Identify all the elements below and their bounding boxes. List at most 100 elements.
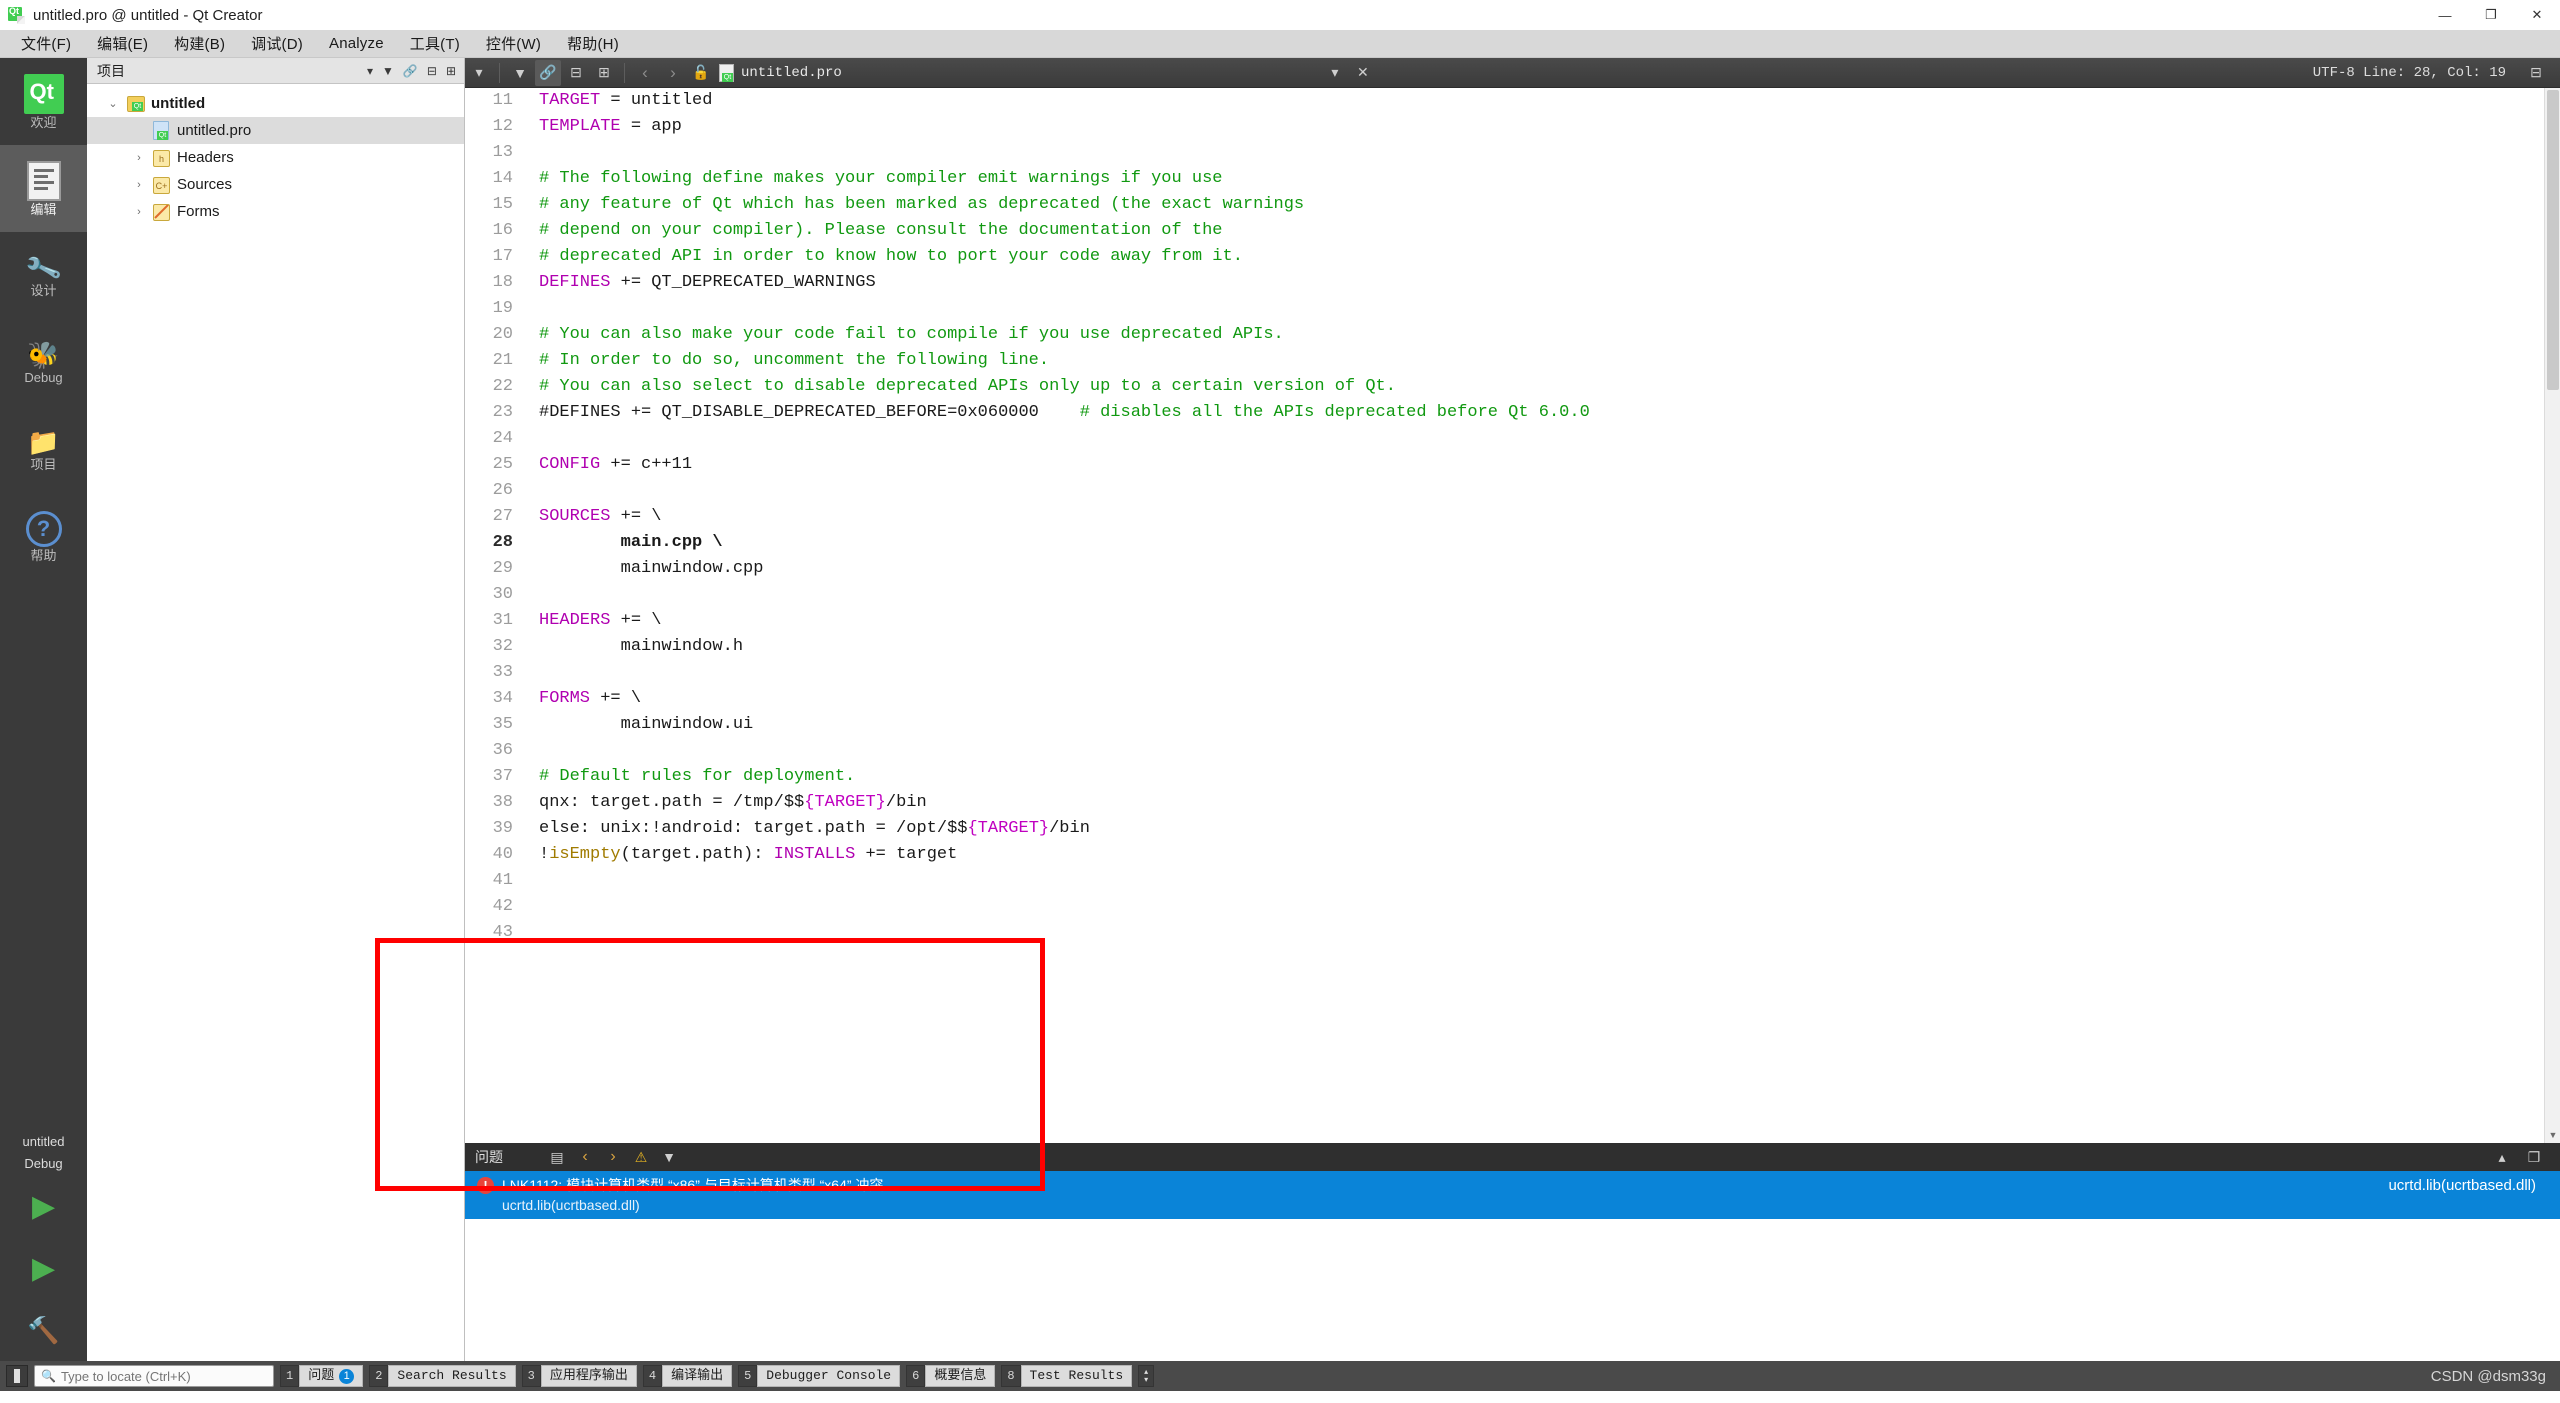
sidebar-toggle-icon[interactable] xyxy=(6,1365,28,1387)
chevron-down-icon[interactable]: ▾ xyxy=(466,60,492,86)
mode-projects[interactable]: 📁 项目 xyxy=(0,406,87,493)
tab-dropdown-icon[interactable]: ▾ xyxy=(1322,60,1348,86)
maximize-button[interactable]: ❐ xyxy=(2468,0,2514,30)
link-icon[interactable]: 🔗 xyxy=(403,64,418,78)
minimize-button[interactable]: — xyxy=(2422,0,2468,30)
code-line[interactable]: 33 xyxy=(465,660,2560,686)
code-line[interactable]: 21 # In order to do so, uncomment the fol… xyxy=(465,348,2560,374)
expand-arrow-icon[interactable]: ⌄ xyxy=(105,97,121,110)
navigate-forward-icon[interactable]: › xyxy=(660,60,686,86)
menu-item-6[interactable]: 控件(W) xyxy=(473,30,554,57)
mode-welcome[interactable]: 欢迎 xyxy=(0,58,87,145)
close-pane-icon[interactable]: ⊞ xyxy=(446,64,456,78)
code-line[interactable]: 19 xyxy=(465,296,2560,322)
mode-design[interactable]: 🔧 设计 xyxy=(0,232,87,319)
code-line[interactable]: 42 xyxy=(465,894,2560,920)
menu-item-5[interactable]: 工具(T) xyxy=(397,30,473,57)
code-line[interactable]: 14 # The following define makes your comp… xyxy=(465,166,2560,192)
filter-categorize-icon[interactable]: ▤ xyxy=(543,1145,571,1169)
output-pane-button[interactable]: 6 概要信息 xyxy=(906,1365,996,1387)
code-line[interactable]: 37 # Default rules for deployment. xyxy=(465,764,2560,790)
output-pane-button[interactable]: 1 问题 1 xyxy=(280,1365,364,1387)
warning-filter-icon[interactable]: ⚠ xyxy=(627,1145,655,1169)
minimize-panel-icon[interactable]: ▴ xyxy=(2488,1145,2516,1169)
close-tab-icon[interactable]: ✕ xyxy=(1350,60,1376,86)
split-horizontal-icon[interactable]: ⊟ xyxy=(563,60,589,86)
output-pane-button[interactable]: 5 Debugger Console xyxy=(738,1365,901,1387)
chevron-down-icon[interactable]: ▾ xyxy=(367,64,373,78)
tree-item-forms[interactable]: › Forms xyxy=(87,198,464,225)
menu-item-4[interactable]: Analyze xyxy=(316,32,397,55)
tree-item-sources[interactable]: › C+ Sources xyxy=(87,171,464,198)
menu-item-7[interactable]: 帮助(H) xyxy=(554,30,632,57)
code-line[interactable]: 32 mainwindow.h xyxy=(465,634,2560,660)
code-line[interactable]: 30 xyxy=(465,582,2560,608)
code-line[interactable]: 22 # You can also select to disable depre… xyxy=(465,374,2560,400)
code-line[interactable]: 28 main.cpp \ xyxy=(465,530,2560,556)
filter-icon[interactable]: ▼ xyxy=(507,60,533,86)
code-line[interactable]: 40 !isEmpty(target.path): INSTALLS += tar… xyxy=(465,842,2560,868)
code-line[interactable]: 12 TEMPLATE = app xyxy=(465,114,2560,140)
editor-tab[interactable]: untitled.pro xyxy=(715,63,842,82)
code-line[interactable]: 35 mainwindow.ui xyxy=(465,712,2560,738)
menu-item-2[interactable]: 构建(B) xyxy=(161,30,238,57)
code-line[interactable]: 39 else: unix:!android: target.path = /op… xyxy=(465,816,2560,842)
build-button[interactable]: 🔨 xyxy=(0,1299,87,1361)
debug-button[interactable]: ▶ xyxy=(0,1237,87,1299)
kit-selector[interactable]: untitled Debug xyxy=(0,1125,87,1175)
output-pane-button[interactable]: 4 编译输出 xyxy=(642,1365,733,1387)
code-line[interactable]: 25 CONFIG += c++11 xyxy=(465,452,2560,478)
add-split-icon[interactable]: ⊟ xyxy=(2523,60,2549,86)
code-line[interactable]: 38 qnx: target.path = /tmp/$${TARGET}/bin xyxy=(465,790,2560,816)
code-line[interactable]: 34 FORMS += \ xyxy=(465,686,2560,712)
next-issue-icon[interactable]: › xyxy=(599,1145,627,1169)
editor-vertical-scrollbar[interactable]: ▲ ▼ xyxy=(2544,88,2560,1143)
navigate-back-icon[interactable]: ‹ xyxy=(632,60,658,86)
scrollbar-thumb[interactable] xyxy=(2547,90,2559,390)
output-pane-button[interactable]: 3 应用程序输出 xyxy=(521,1365,637,1387)
locator-input[interactable]: 🔍 xyxy=(34,1365,274,1387)
mode-debug[interactable]: 🐝 Debug xyxy=(0,319,87,406)
expand-arrow-icon[interactable]: › xyxy=(131,179,147,191)
close-split-icon[interactable]: ⊞ xyxy=(591,60,617,86)
link-icon[interactable]: 🔗 xyxy=(535,59,561,86)
prev-issue-icon[interactable]: ‹ xyxy=(571,1145,599,1169)
close-button[interactable]: ✕ xyxy=(2514,0,2560,30)
run-button[interactable]: ▶ xyxy=(0,1175,87,1237)
mode-help[interactable]: ? 帮助 xyxy=(0,493,87,580)
menu-item-0[interactable]: 文件(F) xyxy=(8,30,84,57)
code-line[interactable]: 13 xyxy=(465,140,2560,166)
code-line[interactable]: 41 xyxy=(465,868,2560,894)
code-line[interactable]: 17 # deprecated API in order to know how … xyxy=(465,244,2560,270)
split-icon[interactable]: ⊟ xyxy=(427,64,437,78)
code-line[interactable]: 24 xyxy=(465,426,2560,452)
maximize-panel-icon[interactable]: ❐ xyxy=(2520,1145,2548,1169)
menu-item-1[interactable]: 编辑(E) xyxy=(84,30,161,57)
unlocked-icon[interactable]: 🔓 xyxy=(688,60,714,86)
expand-arrow-icon[interactable]: › xyxy=(131,152,147,164)
code-line[interactable]: 27 SOURCES += \ xyxy=(465,504,2560,530)
code-line[interactable]: 31 HEADERS += \ xyxy=(465,608,2560,634)
tree-item-headers[interactable]: › h Headers xyxy=(87,144,464,171)
code-line[interactable]: 16 # depend on your compiler). Please con… xyxy=(465,218,2560,244)
menu-item-3[interactable]: 调试(D) xyxy=(238,30,316,57)
output-pane-spinner[interactable]: ▴ ▾ xyxy=(1138,1365,1155,1387)
code-line[interactable]: 18 DEFINES += QT_DEPRECATED_WARNINGS xyxy=(465,270,2560,296)
tree-item-untitled-pro[interactable]: untitled.pro xyxy=(87,117,464,144)
filter-dropdown-icon[interactable]: ▼ xyxy=(655,1145,683,1169)
code-line[interactable]: 23 #DEFINES += QT_DISABLE_DEPRECATED_BEFO… xyxy=(465,400,2560,426)
code-line[interactable]: 36 xyxy=(465,738,2560,764)
code-line[interactable]: 43 xyxy=(465,920,2560,946)
output-pane-button[interactable]: 8 Test Results xyxy=(1001,1365,1133,1387)
code-line[interactable]: 26 xyxy=(465,478,2560,504)
code-editor[interactable]: 11 TARGET = untitled 12 TEMPLATE = app 13 14 #… xyxy=(465,88,2560,1143)
filter-icon[interactable]: ▼ xyxy=(382,64,394,78)
code-line[interactable]: 15 # any feature of Qt which has been mar… xyxy=(465,192,2560,218)
mode-edit[interactable]: 编辑 xyxy=(0,145,87,232)
code-line[interactable]: 20 # You can also make your code fail to … xyxy=(465,322,2560,348)
expand-arrow-icon[interactable]: › xyxy=(131,206,147,218)
code-line[interactable]: 29 mainwindow.cpp xyxy=(465,556,2560,582)
output-pane-button[interactable]: 2 Search Results xyxy=(369,1365,516,1387)
issue-row[interactable]: ! LNK1112: 模块计算机类型 “x86” 与目标计算机类型 “x64” 冲… xyxy=(465,1171,2560,1219)
code-line[interactable]: 11 TARGET = untitled xyxy=(465,88,2560,114)
